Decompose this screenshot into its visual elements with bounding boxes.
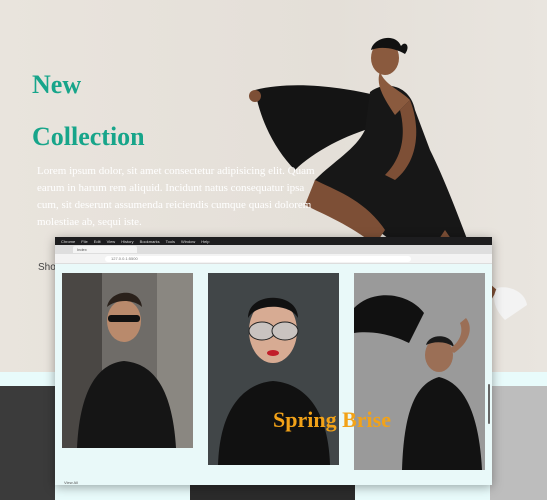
menu-item[interactable]: Bookmarks	[140, 239, 160, 244]
menu-item[interactable]: History	[121, 239, 133, 244]
view-all-link[interactable]: View All	[64, 480, 78, 485]
browser-window: Chrome File Edit View History Bookmarks …	[55, 237, 492, 485]
menu-item[interactable]: Help	[201, 239, 209, 244]
product-photo-2[interactable]	[208, 273, 339, 465]
url-field[interactable]: 127.0.0.1:5500	[105, 255, 411, 262]
product-photo-1[interactable]	[62, 273, 193, 448]
hero-title-line2: Collection	[32, 122, 145, 151]
band-card-right	[490, 386, 547, 500]
promo-overlay-text: Spring Brise	[273, 407, 391, 432]
browser-tab[interactable]: Index	[73, 246, 137, 253]
menu-item[interactable]: File	[81, 239, 87, 244]
mac-menubar: Chrome File Edit View History Bookmarks …	[55, 237, 492, 245]
product-photo-3[interactable]	[354, 273, 485, 470]
scrollbar[interactable]	[488, 384, 490, 424]
band-card-left	[0, 386, 55, 500]
menu-item[interactable]: Edit	[94, 239, 101, 244]
menu-item[interactable]: View	[107, 239, 116, 244]
page-content: Spring Brise View All	[55, 264, 492, 485]
menu-item[interactable]: Tools	[166, 239, 175, 244]
menu-item[interactable]: Chrome	[61, 239, 75, 244]
address-bar: 127.0.0.1:5500	[55, 254, 492, 264]
hero-description: Lorem ipsum dolor, sit amet consectetur …	[37, 165, 315, 228]
tab-bar: Index	[55, 245, 492, 254]
hero-title-line1: New	[32, 70, 82, 99]
menu-item[interactable]: Window	[181, 239, 195, 244]
